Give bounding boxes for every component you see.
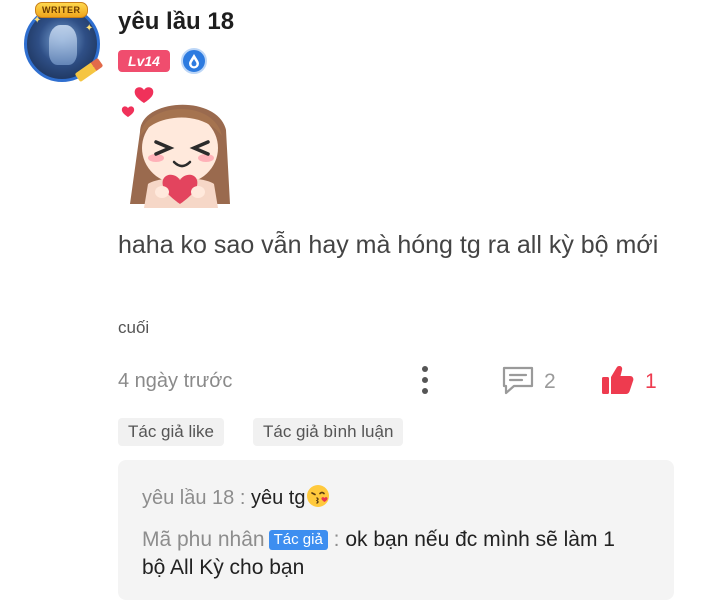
reply-separator: : (234, 487, 251, 509)
reply-item[interactable]: yêu lầu 18 : yêu tg (142, 484, 330, 510)
reply-icon[interactable] (500, 364, 536, 396)
author-commented-tag: Tác giả bình luận (253, 418, 404, 446)
comment-text: haha ko sao vẫn hay mà hóng tg ra all kỳ… (118, 231, 659, 259)
star-icon: ✦ (85, 23, 94, 34)
thumbs-up-icon[interactable] (600, 364, 636, 396)
username[interactable]: yêu lầu 18 (118, 8, 234, 36)
reply-item[interactable]: Mã phu nhân Tác giả : ok bạn nếu đc mình … (142, 526, 642, 582)
like-count: 1 (645, 370, 657, 393)
reply-author[interactable]: Mã phu nhân (142, 528, 265, 551)
chapter-label[interactable]: cuối (118, 318, 149, 338)
more-vertical-icon[interactable] (418, 364, 432, 396)
reply-count: 2 (544, 370, 556, 393)
reply-message: yêu tg (250, 487, 306, 509)
author-liked-tag: Tác giả like (118, 418, 224, 446)
pen-icon (74, 57, 104, 83)
avatar[interactable]: ✦ ✦ WRITER (24, 2, 104, 83)
sticker-image (121, 87, 230, 208)
drop-badge-icon (181, 48, 207, 74)
avatar-figure (49, 25, 77, 65)
author-badge: Tác giả (268, 530, 328, 550)
replies-panel[interactable]: yêu lầu 18 : yêu tg Mã phu nhân Tác giả :… (118, 460, 674, 600)
reply-separator: : (327, 528, 346, 551)
level-badge: Lv14 (118, 50, 170, 72)
kiss-emoji-icon (307, 485, 330, 507)
writer-badge: WRITER (35, 2, 88, 18)
timestamp: 4 ngày trước (118, 370, 233, 392)
reply-author[interactable]: yêu lầu 18 (142, 487, 234, 509)
